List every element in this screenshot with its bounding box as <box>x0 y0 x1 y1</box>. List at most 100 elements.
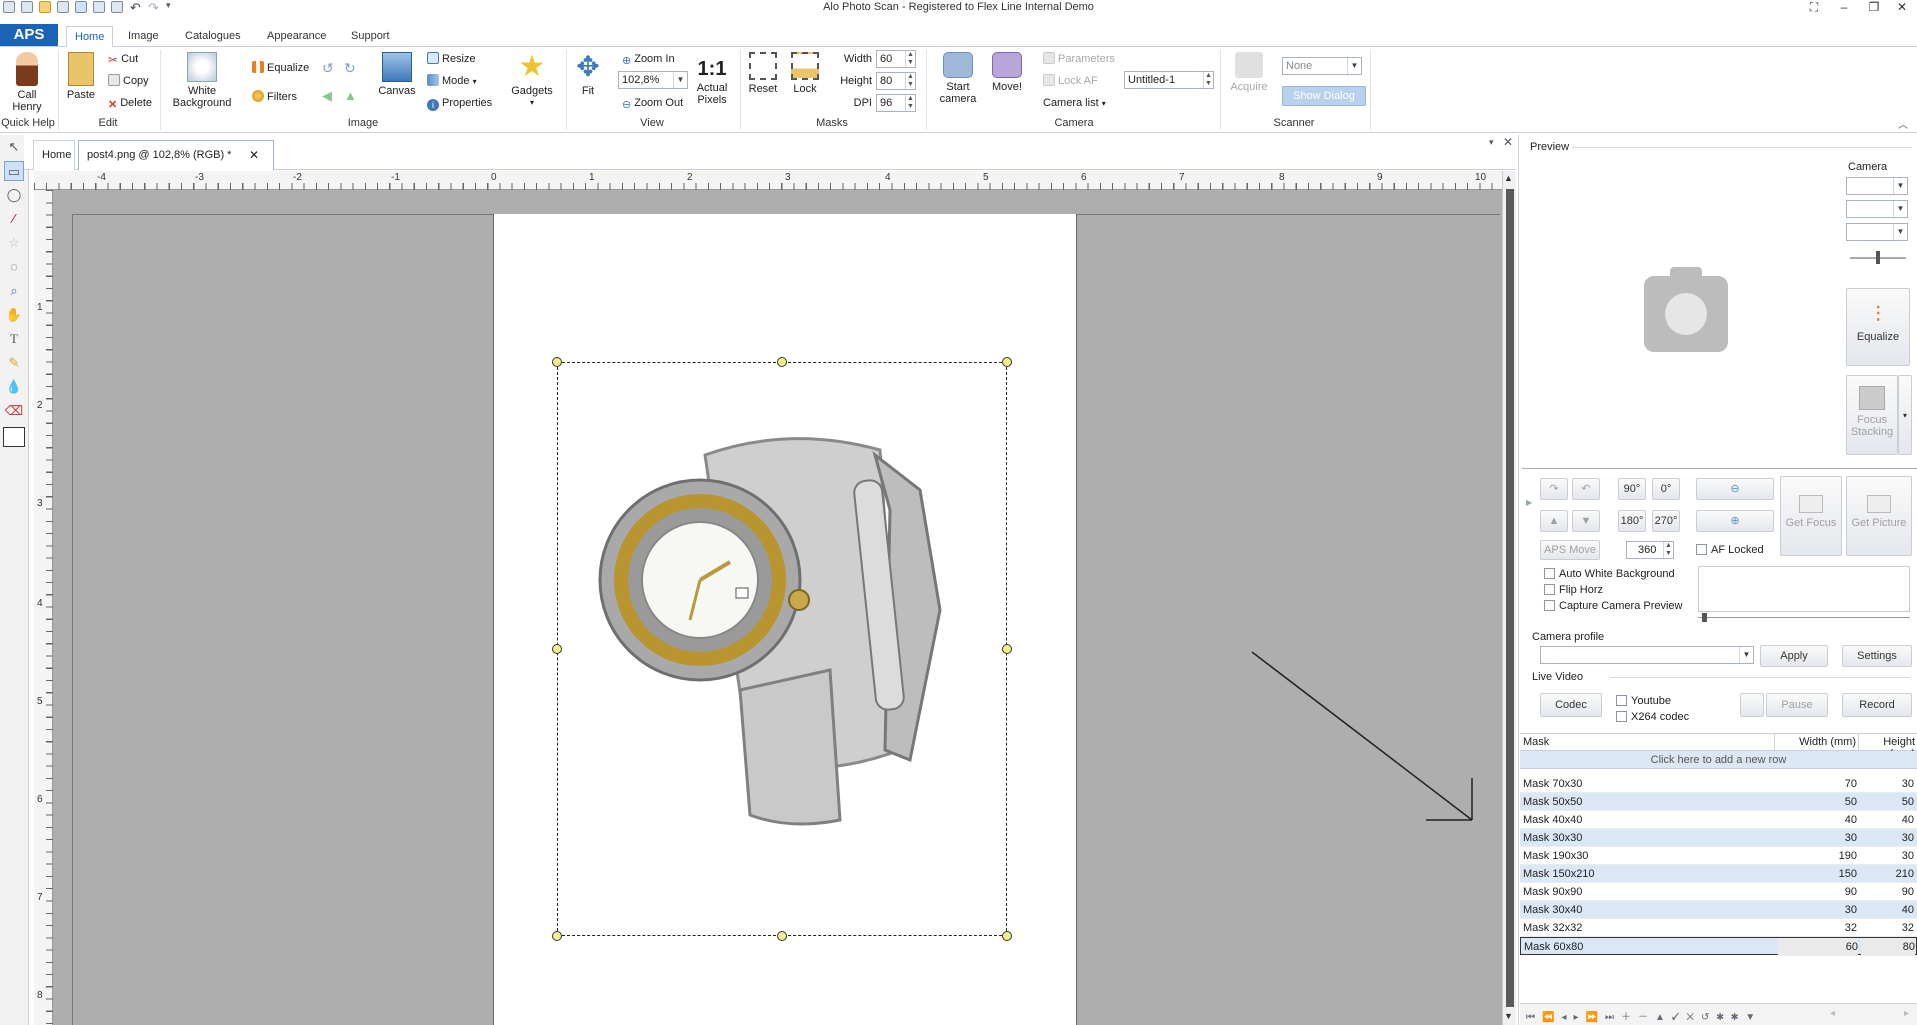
parameters-button[interactable]: Parameters <box>1043 51 1115 67</box>
table-row[interactable]: Mask 30x30 30 30 <box>1520 829 1917 847</box>
get-picture-button[interactable]: Get Picture <box>1846 476 1912 556</box>
resize-handle[interactable] <box>1002 357 1012 367</box>
acquire-button[interactable]: Acquire <box>1228 52 1270 93</box>
tab-catalogues[interactable]: Catalogues <box>177 26 249 47</box>
mask-dpi-stepper[interactable]: 96 ▲ ▼ <box>876 94 916 112</box>
table-row[interactable]: Mask 50x50 50 50 <box>1520 793 1917 811</box>
flip-horizontal-icon[interactable]: ◀ <box>322 88 332 104</box>
record-indicator-button[interactable] <box>1740 693 1764 717</box>
pause-button[interactable]: Pause <box>1766 693 1828 717</box>
width-column-header[interactable]: Width (mm) <box>1780 736 1856 748</box>
scroll-thumb[interactable] <box>1506 189 1514 1007</box>
table-row[interactable]: Mask 90x90 90 90 <box>1520 883 1917 901</box>
aps-move-button[interactable]: APS Move <box>1540 540 1600 560</box>
mask-width-stepper[interactable]: 60 ▲ ▼ <box>876 50 916 68</box>
magic-wand-tool-icon[interactable]: ⁄ <box>4 209 24 229</box>
navigator-buttons-icon[interactable]: ⏮⏪◂▸⏩⏭＋－▲✓✕↺✱✱▼ <box>1526 1008 1762 1023</box>
pointer-tool-icon[interactable]: ↖ <box>4 137 24 157</box>
equalize-panel-button[interactable]: ⫶ Equalize <box>1846 288 1910 366</box>
checkbox-box[interactable] <box>1544 568 1555 579</box>
stepper-arrows-icon[interactable]: ▲ ▼ <box>1663 542 1673 558</box>
restore-layout-icon[interactable]: ⛶ <box>1799 0 1829 16</box>
zoom-level-select[interactable]: 102,8% ▼ <box>618 71 688 89</box>
selection-marquee[interactable] <box>557 362 1007 936</box>
tab-home[interactable]: Home <box>66 26 114 47</box>
stepper-arrows-icon[interactable]: ▲ ▼ <box>905 51 915 67</box>
tab-list-icon[interactable]: ▾ <box>1489 137 1494 148</box>
rotate-right-icon[interactable]: ↻ <box>344 60 356 77</box>
tab-appearance[interactable]: Appearance <box>259 26 334 47</box>
camera-profile-select[interactable]: Untitled-1 ▲ ▼ <box>1124 71 1214 89</box>
flip-horz-checkbox[interactable]: Flip Horz <box>1544 584 1603 596</box>
get-focus-button[interactable]: Get Focus <box>1780 476 1842 556</box>
eraser-tool-icon[interactable]: ⌫ <box>4 401 24 421</box>
table-row[interactable]: Mask 190x30 190 30 <box>1520 847 1917 865</box>
minimize-button[interactable]: – <box>1829 0 1859 16</box>
properties-button[interactable]: i Properties <box>427 95 492 111</box>
stepper-arrows-icon[interactable]: ▲ ▼ <box>905 95 915 111</box>
zoom-tool-icon[interactable]: ⌕ <box>4 281 24 301</box>
auto-white-bg-checkbox[interactable]: Auto White Background <box>1544 568 1675 580</box>
tab-support[interactable]: Support <box>343 26 398 47</box>
doc-tab-home[interactable]: Home <box>33 140 75 170</box>
white-background-button[interactable]: White Background <box>170 52 234 109</box>
stepper-arrows-icon[interactable]: ▲ ▼ <box>905 73 915 89</box>
checkbox-box[interactable] <box>1616 695 1627 706</box>
camera-slider-thumb[interactable] <box>1876 251 1880 264</box>
lock-af-button[interactable]: Lock AF <box>1043 73 1098 89</box>
table-row-selected[interactable]: Mask 60x80 60 80 <box>1520 937 1917 956</box>
stepper-arrows-icon[interactable]: ▲ ▼ <box>1203 72 1213 88</box>
doc-tab-active[interactable]: post4.png @ 102,8% (RGB) * ✕ <box>78 140 274 170</box>
canvas-button[interactable]: Canvas <box>376 52 418 97</box>
table-row[interactable]: Mask 32x32 32 32 <box>1520 919 1917 937</box>
lasso-tool-icon[interactable]: ◌ <box>4 257 24 277</box>
actual-pixels-button[interactable]: 1:1 Actual Pixels <box>692 56 732 106</box>
move-button[interactable]: Move! <box>986 52 1028 93</box>
brush-tool-icon[interactable]: ✎ <box>4 353 24 373</box>
hand-tool-icon[interactable]: ✋ <box>4 305 24 325</box>
rotate-180-button[interactable]: 180° <box>1618 510 1646 532</box>
checkbox-box[interactable] <box>1616 711 1627 722</box>
mask-reset-button[interactable]: Reset <box>746 52 780 95</box>
settings-button[interactable]: Settings <box>1842 645 1912 667</box>
record-button[interactable]: Record <box>1842 693 1912 717</box>
text-tool-icon[interactable]: T <box>4 329 24 349</box>
resize-handle[interactable] <box>777 357 787 367</box>
fit-button[interactable]: ✥ Fit <box>570 52 606 98</box>
af-locked-checkbox[interactable]: AF Locked <box>1696 544 1764 556</box>
focus-stacking-dropdown[interactable]: ▾ <box>1898 375 1912 455</box>
camera-select-2[interactable]: ▼ <box>1846 200 1908 218</box>
checkbox-box[interactable] <box>1544 584 1555 595</box>
table-row[interactable]: Mask 40x40 40 40 <box>1520 811 1917 829</box>
dropper-tool-icon[interactable]: 💧 <box>4 377 24 397</box>
move-amount-stepper[interactable]: 360 ▲ ▼ <box>1626 541 1674 559</box>
star-tool-icon[interactable]: ☆ <box>4 233 24 253</box>
call-henry-button[interactable]: Call Henry <box>4 52 50 113</box>
resize-handle[interactable] <box>777 931 787 941</box>
move-up-button[interactable]: ▲ <box>1540 510 1568 532</box>
scanner-device-select[interactable]: None ▼ <box>1282 57 1362 75</box>
histogram-slider-thumb[interactable] <box>1702 613 1707 622</box>
rotate-90-button[interactable]: 90° <box>1618 478 1646 500</box>
resize-handle[interactable] <box>552 931 562 941</box>
camera-select-3[interactable]: ▼ <box>1846 223 1908 241</box>
camera-profile-dropdown[interactable]: ▼ <box>1540 646 1754 664</box>
table-row[interactable]: Mask 30x40 30 40 <box>1520 901 1917 919</box>
resize-handle[interactable] <box>1002 931 1012 941</box>
x264-checkbox[interactable]: X264 codec <box>1616 711 1689 723</box>
zoom-in-button[interactable]: ⊕ Zoom In <box>622 51 675 67</box>
camera-select-1[interactable]: ▼ <box>1846 177 1908 195</box>
expand-arrow-icon[interactable]: ▶ <box>1526 498 1532 507</box>
mask-lock-button[interactable]: Lock <box>788 52 822 95</box>
codec-button[interactable]: Codec <box>1540 693 1602 717</box>
camera-list-dropdown[interactable]: Camera list ▾ <box>1043 95 1106 111</box>
cut-button[interactable]: ✂ Cut <box>108 51 138 67</box>
start-camera-button[interactable]: Start camera <box>934 52 982 105</box>
focus-stacking-button[interactable]: Focus Stacking <box>1846 375 1898 455</box>
zoom-preview-out-button[interactable]: ⊖ <box>1696 478 1774 500</box>
rotate-270-button[interactable]: 270° <box>1652 510 1680 532</box>
rotate-cw-button[interactable]: ↷ <box>1540 478 1568 500</box>
app-button[interactable]: APS <box>0 24 58 46</box>
scroll-left-icon[interactable]: ◂ <box>1830 1008 1835 1019</box>
add-row-button[interactable]: Click here to add a new row <box>1520 751 1917 769</box>
